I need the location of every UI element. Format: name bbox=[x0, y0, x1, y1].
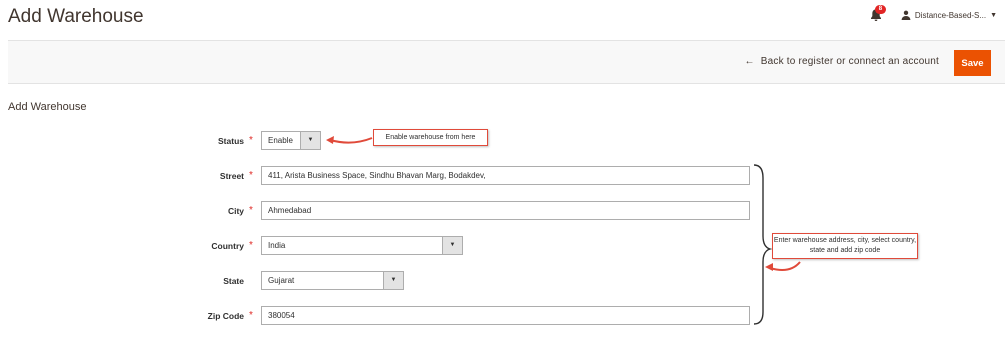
address-fields-brace bbox=[753, 164, 773, 325]
address-annotation-arrow bbox=[769, 261, 801, 271]
address-annotation-arrowhead bbox=[765, 263, 773, 271]
status-annotation-arrow bbox=[329, 137, 373, 144]
status-annotation-arrowhead bbox=[326, 136, 334, 144]
address-annotation-callout: Enter warehouse address, city, select co… bbox=[772, 233, 918, 259]
status-annotation-callout: Enable warehouse from here bbox=[373, 129, 488, 146]
annotation-arrows bbox=[326, 136, 801, 325]
